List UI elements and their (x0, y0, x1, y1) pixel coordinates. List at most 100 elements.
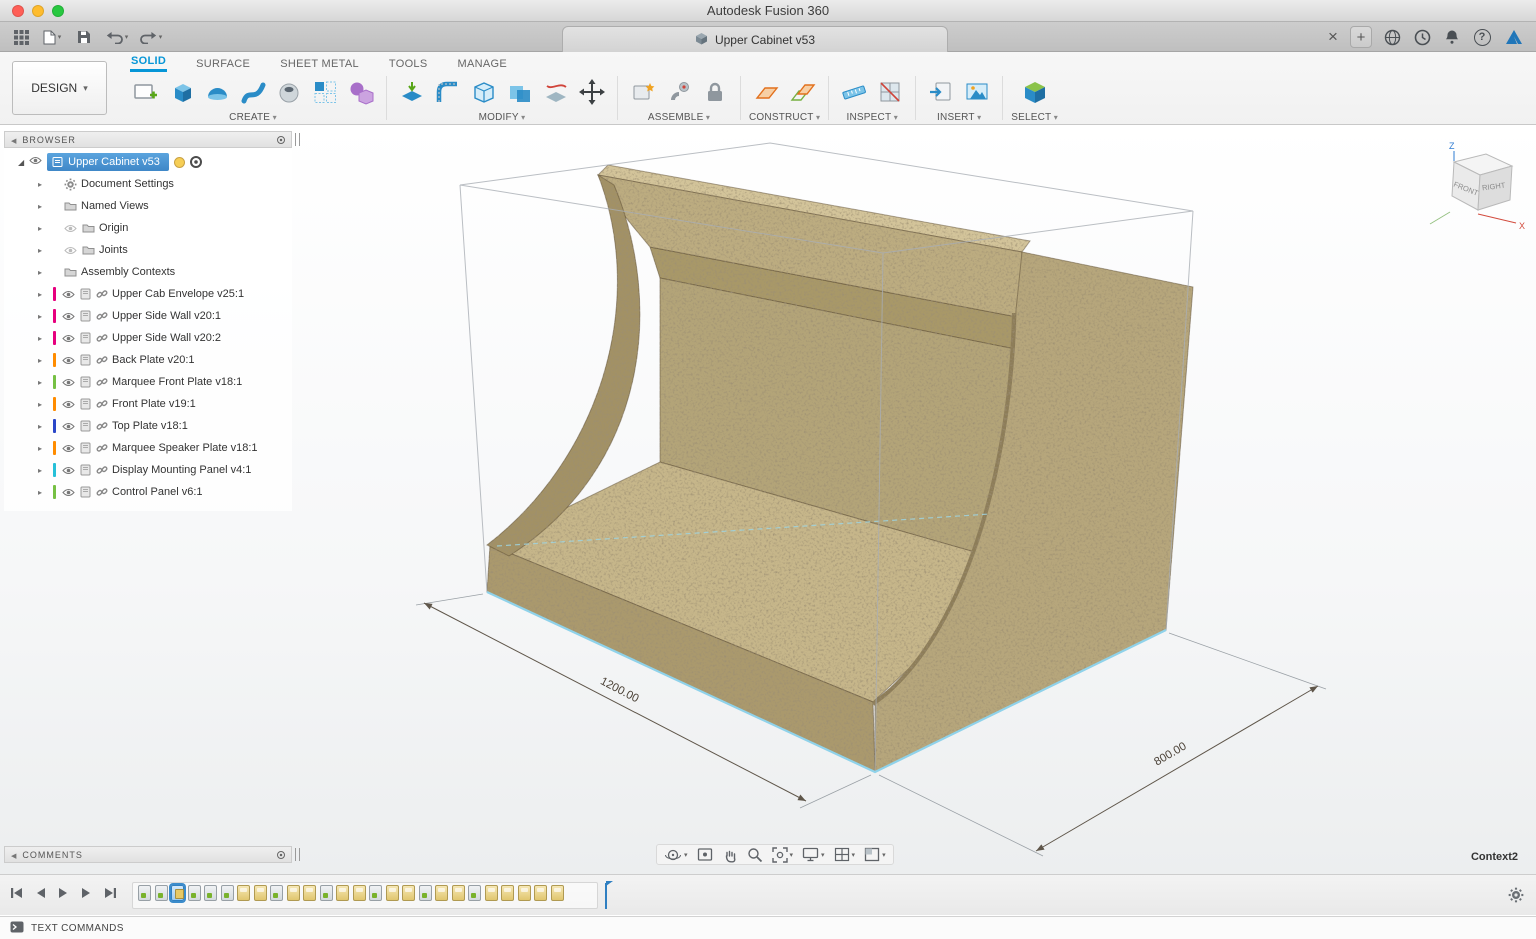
viewports-icon[interactable]: ▾ (861, 845, 889, 864)
browser-row[interactable]: Document Settings (4, 173, 292, 195)
browser-item-label[interactable]: Top Plate v18:1 (112, 420, 188, 432)
select-icon[interactable] (1018, 75, 1052, 109)
group-label-inspect[interactable]: INSPECT (847, 112, 898, 123)
browser-row[interactable]: Named Views (4, 195, 292, 217)
tab-surface[interactable]: SURFACE (195, 56, 251, 72)
tab-tools[interactable]: TOOLS (388, 56, 429, 72)
disclosure-triangle-icon[interactable] (38, 420, 51, 432)
timeline-feature-icon[interactable] (287, 885, 300, 901)
disclosure-triangle-icon[interactable] (38, 464, 51, 476)
browser-item-label[interactable]: Joints (99, 244, 128, 256)
browser-panel-header[interactable]: BROWSER (4, 131, 292, 148)
timeline-feature-icon[interactable] (237, 885, 250, 901)
visibility-eye-icon[interactable] (62, 400, 75, 409)
timeline-feature-icon[interactable] (254, 885, 267, 901)
browser-item-label[interactable]: Upper Cab Envelope v25:1 (112, 288, 244, 300)
visibility-eye-icon[interactable] (62, 488, 75, 497)
timeline-feature-icon[interactable] (353, 885, 366, 901)
timeline-feature-icon[interactable] (386, 885, 399, 901)
offset-plane-icon[interactable] (750, 75, 784, 109)
display-settings-icon[interactable]: ▾ (799, 845, 828, 864)
pattern-icon[interactable] (308, 75, 342, 109)
extensions-globe-icon[interactable] (1380, 22, 1404, 52)
collapse-panel-icon[interactable] (11, 850, 22, 860)
disclosure-triangle-icon[interactable] (38, 376, 51, 388)
browser-item-label[interactable]: Display Mounting Panel v4:1 (112, 464, 251, 476)
disclosure-triangle-icon[interactable] (38, 442, 51, 454)
browser-row[interactable]: Upper Cab Envelope v25:1 (4, 283, 292, 305)
disclosure-triangle-icon[interactable] (38, 332, 51, 344)
panel-grip-handle[interactable] (295, 133, 300, 146)
disclosure-triangle-icon[interactable] (38, 178, 51, 190)
browser-row[interactable]: Control Panel v6:1 (4, 481, 292, 503)
browser-item-label[interactable]: Back Plate v20:1 (112, 354, 195, 366)
timeline-feature-icon[interactable] (501, 885, 514, 901)
timeline-feature-icon[interactable] (303, 885, 316, 901)
play-icon[interactable] (58, 887, 69, 899)
extrude-icon[interactable] (164, 75, 198, 109)
timeline-feature-icon[interactable] (188, 885, 201, 901)
browser-row[interactable]: Assembly Contexts (4, 261, 292, 283)
new-tab-icon[interactable] (1348, 22, 1374, 52)
midplane-icon[interactable] (786, 75, 820, 109)
canvas-icon[interactable] (960, 75, 994, 109)
browser-item-label[interactable]: Control Panel v6:1 (112, 486, 203, 498)
revolve-icon[interactable] (200, 75, 234, 109)
timeline-feature-icon[interactable] (402, 885, 415, 901)
visibility-eye-disabled-icon[interactable] (64, 246, 77, 255)
step-forward-icon[interactable] (81, 887, 92, 899)
browser-row[interactable]: Marquee Front Plate v18:1 (4, 371, 292, 393)
browser-row[interactable]: Top Plate v18:1 (4, 415, 292, 437)
root-selected-item[interactable]: Upper Cabinet v53 (47, 153, 169, 171)
grid-settings-icon[interactable]: ▾ (831, 845, 859, 864)
pan-hand-icon[interactable] (719, 845, 741, 864)
group-label-create[interactable]: CREATE (229, 112, 277, 123)
browser-item-label[interactable]: Document Settings (81, 178, 174, 190)
job-status-clock-icon[interactable] (1410, 22, 1434, 52)
disclosure-triangle-icon[interactable] (38, 310, 51, 322)
browser-row[interactable]: Joints (4, 239, 292, 261)
browser-row[interactable]: Marquee Speaker Plate v18:1 (4, 437, 292, 459)
browser-item-label[interactable]: Upper Side Wall v20:1 (112, 310, 221, 322)
undo-icon[interactable]: ▾ (102, 22, 132, 52)
browser-item-label[interactable]: Front Plate v19:1 (112, 398, 196, 410)
timeline-feature-icon[interactable] (155, 885, 168, 901)
panel-grip-handle[interactable] (295, 848, 300, 861)
move-copy-icon[interactable] (575, 75, 609, 109)
rigid-group-icon[interactable] (698, 75, 732, 109)
text-commands-bar[interactable]: TEXT COMMANDS (0, 916, 1536, 939)
timeline-feature-icon[interactable] (452, 885, 465, 901)
disclosure-triangle-icon[interactable] (38, 200, 51, 212)
timeline-feature-icon[interactable] (320, 885, 333, 901)
browser-row[interactable]: Back Plate v20:1 (4, 349, 292, 371)
zoom-icon[interactable] (744, 845, 766, 864)
split-body-icon[interactable] (539, 75, 573, 109)
browser-row[interactable]: Front Plate v19:1 (4, 393, 292, 415)
window-minimize-button[interactable] (32, 5, 44, 17)
timeline-feature-icon[interactable] (204, 885, 217, 901)
group-label-select[interactable]: SELECT (1011, 112, 1058, 123)
create-sketch-icon[interactable] (128, 75, 162, 109)
timeline-feature-icon[interactable] (221, 885, 234, 901)
fit-icon[interactable]: ▾ (769, 845, 797, 864)
timeline-feature-icon[interactable] (518, 885, 531, 901)
timeline-feature-icon[interactable] (419, 885, 432, 901)
autodesk-account-icon[interactable] (1500, 22, 1528, 52)
disclosure-triangle-icon[interactable] (38, 266, 51, 278)
browser-item-label[interactable]: Marquee Speaker Plate v18:1 (112, 442, 258, 454)
disclosure-triangle-icon[interactable] (38, 354, 51, 366)
activate-component-icon[interactable] (190, 156, 202, 168)
help-icon[interactable] (1470, 22, 1494, 52)
panel-options-icon[interactable] (277, 851, 285, 859)
disclosure-triangle-icon[interactable] (38, 398, 51, 410)
app-grid-icon[interactable] (8, 22, 34, 52)
look-at-icon[interactable] (694, 845, 716, 864)
visibility-eye-disabled-icon[interactable] (64, 224, 77, 233)
browser-item-label[interactable]: Named Views (81, 200, 149, 212)
group-label-construct[interactable]: CONSTRUCT (749, 112, 820, 123)
window-close-button[interactable] (12, 5, 24, 17)
browser-item-label[interactable]: Upper Side Wall v20:2 (112, 332, 221, 344)
go-to-end-icon[interactable] (104, 887, 117, 899)
disclosure-triangle-icon[interactable] (38, 288, 51, 300)
visibility-eye-icon[interactable] (62, 378, 75, 387)
